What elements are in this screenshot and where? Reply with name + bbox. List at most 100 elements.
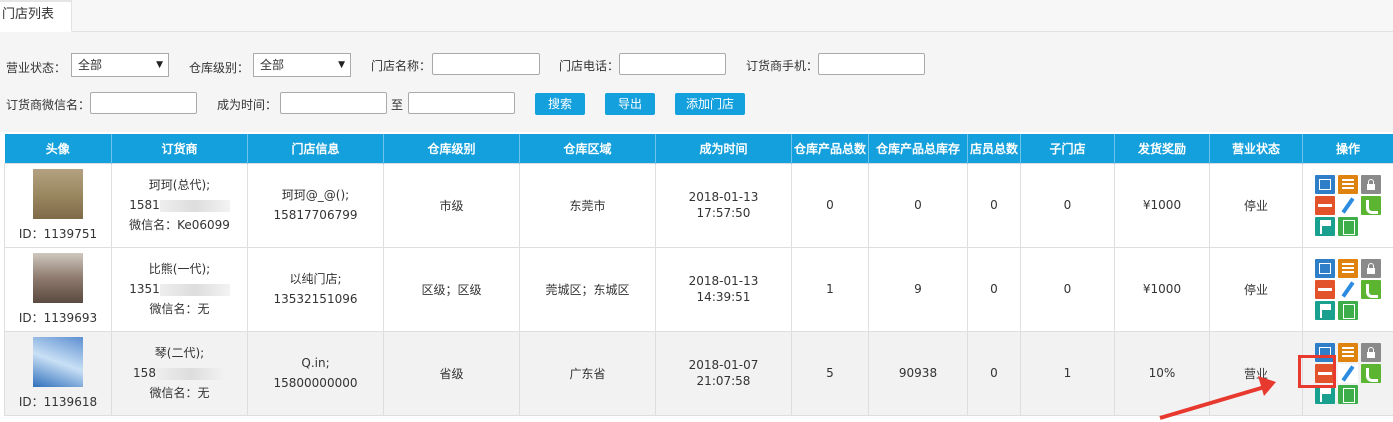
- status-select-value: 全部: [78, 58, 103, 72]
- staff-link[interactable]: 0: [967, 162, 1021, 248]
- doc-icon[interactable]: [1338, 216, 1358, 236]
- staff-link[interactable]: 0: [967, 246, 1021, 332]
- store-phone-label: 门店电话：: [559, 59, 620, 73]
- chevron-down-icon: ▼: [156, 60, 163, 70]
- dealer-mobile-label: 订货商手机：: [746, 59, 819, 73]
- time-end-input[interactable]: [408, 92, 515, 114]
- col-sub-stores: 子门店: [1020, 134, 1115, 163]
- avatar: [33, 336, 83, 387]
- col-level: 仓库级别: [383, 134, 520, 163]
- col-stock: 仓库产品总库存: [868, 134, 968, 163]
- avatar: [33, 168, 83, 219]
- filter-panel: 营业状态： 全部 ▼ 仓库级别： 全部 ▼ 门店名称： 门店电话： 订货商手机：…: [0, 32, 1393, 132]
- export-button[interactable]: 导出: [605, 93, 655, 115]
- region-cell: 广东省: [519, 330, 656, 416]
- store-info-cell: Q.in; 15800000000: [247, 330, 384, 416]
- search-button[interactable]: 搜索: [535, 93, 585, 115]
- pen-icon[interactable]: [1338, 195, 1358, 215]
- status-select[interactable]: 全部 ▼: [71, 53, 169, 77]
- status-cell: 停业: [1209, 246, 1303, 332]
- level-cell: 市级: [383, 162, 520, 248]
- annotation-arrow-icon: [1159, 376, 1276, 420]
- time-start-input[interactable]: [280, 92, 387, 114]
- tab-store-list[interactable]: 门店列表: [0, 0, 72, 32]
- wechat-label: 订货商微信名：: [6, 98, 91, 112]
- edit-icon[interactable]: [1315, 258, 1335, 278]
- level-label: 仓库级别：: [189, 61, 250, 75]
- dealer-phone: 1351: [129, 282, 160, 296]
- flag-icon[interactable]: [1315, 300, 1335, 320]
- time-cell: 2018-01-07 21:07:58: [655, 330, 792, 416]
- dealer-name: 比熊(一代);: [148, 262, 211, 276]
- date: 2018-01-07: [688, 358, 759, 372]
- store-name-input[interactable]: [432, 53, 540, 75]
- chevron-down-icon: ▼: [338, 60, 345, 70]
- list-icon[interactable]: [1338, 174, 1358, 194]
- stock-cell: 9: [868, 246, 968, 332]
- redacted-blur: [159, 283, 230, 296]
- dealer-mobile-input[interactable]: [818, 53, 925, 75]
- phone-icon[interactable]: [1361, 363, 1381, 383]
- col-staff: 店员总数: [967, 134, 1021, 163]
- minus-icon[interactable]: [1315, 195, 1335, 215]
- phone-icon[interactable]: [1361, 195, 1381, 215]
- level-select[interactable]: 全部 ▼: [253, 53, 351, 77]
- lock-icon[interactable]: [1361, 258, 1381, 278]
- sub-stores-link[interactable]: 0: [1020, 246, 1115, 332]
- lock-icon[interactable]: [1361, 174, 1381, 194]
- dealer-cell: 琴(二代); 158 微信名：无: [111, 330, 248, 416]
- status-label: 营业状态：: [6, 61, 67, 75]
- minus-icon[interactable]: [1315, 279, 1335, 299]
- level-cell: 区级；区级: [383, 246, 520, 332]
- sub-stores-link[interactable]: 0: [1020, 162, 1115, 248]
- stock-cell: 90938: [868, 330, 968, 416]
- tab-bar: 门店列表: [0, 0, 1393, 32]
- list-icon[interactable]: [1338, 342, 1358, 362]
- region-cell: 莞城区；东城区: [519, 246, 656, 332]
- store-name: Q.in;: [301, 356, 330, 370]
- action-icons: [1315, 258, 1381, 320]
- add-store-button[interactable]: 添加门店: [675, 93, 745, 115]
- store-phone-input[interactable]: [619, 53, 726, 75]
- col-region: 仓库区域: [519, 134, 656, 163]
- time: 14:39:51: [696, 290, 751, 304]
- actions-cell: [1302, 162, 1393, 248]
- col-dealer: 订货商: [111, 134, 248, 163]
- store-phone: 15817706799: [273, 208, 358, 222]
- redacted-blur: [159, 199, 230, 212]
- phone-icon[interactable]: [1361, 279, 1381, 299]
- doc-icon[interactable]: [1338, 300, 1358, 320]
- lock-icon[interactable]: [1361, 342, 1381, 362]
- products-cell: 5: [791, 330, 869, 416]
- products-cell: 1: [791, 246, 869, 332]
- dealer-name: 珂珂(总代);: [148, 178, 211, 192]
- table-row: ID：1139751 珂珂(总代); 1581 微信名：Ke06099 珂珂@_…: [4, 162, 1393, 248]
- wechat-input[interactable]: [90, 92, 197, 114]
- pen-icon[interactable]: [1338, 279, 1358, 299]
- level-cell: 省级: [383, 330, 520, 416]
- avatar-cell: ID：1139618: [4, 330, 112, 416]
- dealer-wechat: 微信名：无: [149, 302, 210, 316]
- col-time: 成为时间: [655, 134, 792, 163]
- pen-icon[interactable]: [1338, 363, 1358, 383]
- time-cell: 2018-01-13 14:39:51: [655, 246, 792, 332]
- store-phone: 15800000000: [273, 376, 358, 390]
- highlight-box: [1298, 355, 1336, 388]
- time: 17:57:50: [696, 206, 751, 220]
- row-id: ID：1139618: [18, 394, 98, 409]
- store-name: 珂珂@_@();: [281, 188, 350, 202]
- list-icon[interactable]: [1338, 258, 1358, 278]
- dealer-wechat: 微信名：无: [149, 386, 210, 400]
- date: 2018-01-13: [688, 190, 759, 204]
- stock-cell: 0: [868, 162, 968, 248]
- row-id: ID：1139693: [18, 310, 98, 325]
- store-name-label: 门店名称：: [371, 59, 432, 73]
- sub-stores-link[interactable]: 1: [1020, 330, 1115, 416]
- level-select-value: 全部: [260, 58, 285, 72]
- avatar-cell: ID：1139751: [4, 162, 112, 248]
- flag-icon[interactable]: [1315, 216, 1335, 236]
- staff-link[interactable]: 0: [967, 330, 1021, 416]
- edit-icon[interactable]: [1315, 174, 1335, 194]
- store-info-cell: 珂珂@_@(); 15817706799: [247, 162, 384, 248]
- doc-icon[interactable]: [1338, 384, 1358, 404]
